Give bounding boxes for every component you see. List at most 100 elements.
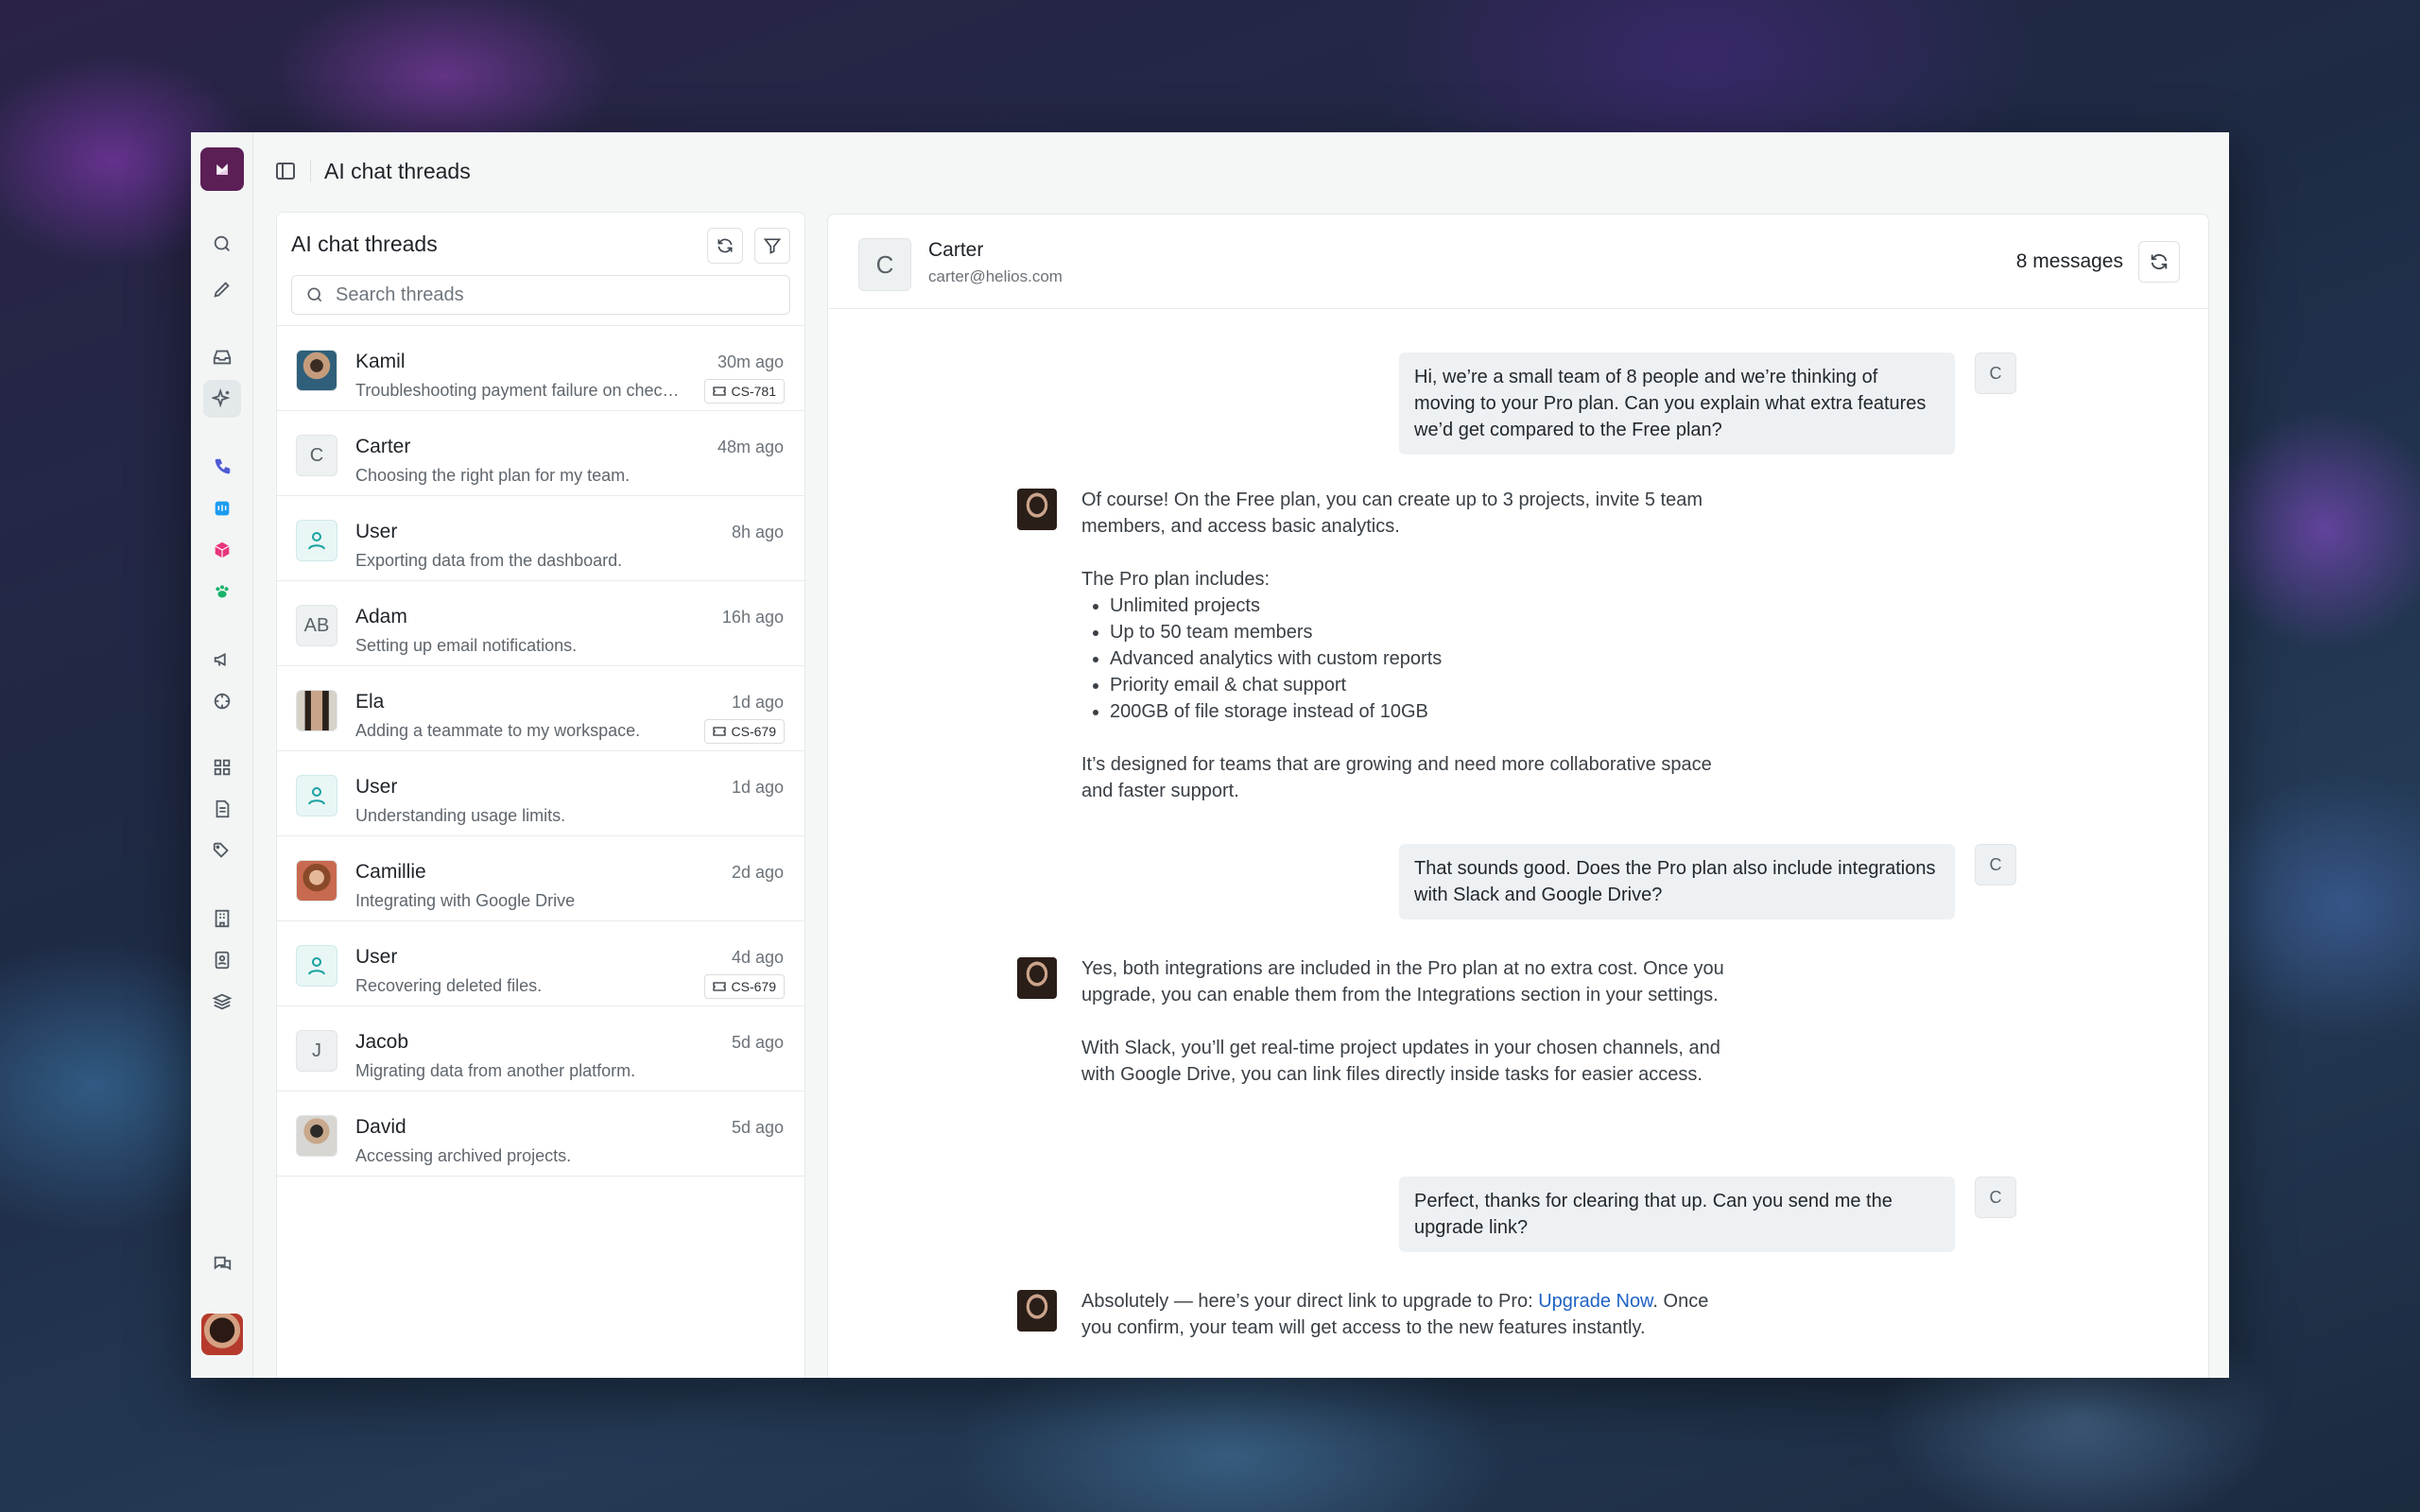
sidebar-toggle-icon[interactable]: [274, 160, 297, 182]
refresh-threads-button[interactable]: [707, 228, 743, 264]
message-paragraph: Of course! On the Free plan, you can cre…: [1081, 490, 1703, 537]
profile-avatar[interactable]: [201, 1314, 243, 1355]
thread-name: User: [355, 946, 398, 968]
ai-sparkle-icon[interactable]: [203, 380, 241, 418]
thread-item-jacob[interactable]: J Jacob Migrating data from another plat…: [277, 1006, 804, 1091]
thread-item-ela[interactable]: Ela Adding a teammate to my workspace. 1…: [277, 666, 804, 751]
thread-item-kamil[interactable]: Kamil Troubleshooting payment failure on…: [277, 326, 804, 411]
message-paragraph: With Slack, you’ll get real-time project…: [1081, 1038, 1720, 1085]
chat-bubbles-icon[interactable]: [203, 1246, 241, 1283]
search-icon: [307, 287, 322, 302]
avatar: C: [296, 435, 337, 476]
ticket-id: CS-679: [731, 979, 776, 994]
ticket-tag[interactable]: CS-679: [703, 974, 785, 999]
refresh-conversation-button[interactable]: [2138, 241, 2180, 283]
feature-list: Unlimited projects Up to 50 team members…: [1110, 593, 1743, 725]
filter-icon: [763, 238, 782, 254]
message-count: 8 messages: [2015, 250, 2123, 272]
thread-time: 2d ago: [731, 863, 784, 882]
list-item: Up to 50 team members: [1110, 619, 1743, 645]
avatar: J: [296, 1030, 337, 1072]
thread-name: Adam: [355, 606, 407, 627]
ticket-tag[interactable]: CS-679: [703, 719, 785, 744]
thread-snippet: Understanding usage limits.: [355, 806, 566, 825]
threads-title: AI chat threads: [291, 232, 438, 256]
filter-threads-button[interactable]: [754, 228, 790, 264]
search-threads-field[interactable]: [291, 275, 790, 315]
thread-item-user[interactable]: User Recovering deleted files. 4d ago CS…: [277, 921, 804, 1006]
page-title: AI chat threads: [324, 158, 471, 183]
intercom-icon[interactable]: [203, 490, 241, 527]
ticket-icon: [712, 387, 726, 396]
upgrade-now-link[interactable]: Upgrade Now: [1538, 1291, 1652, 1312]
agent-avatar: [1017, 957, 1057, 999]
user-icon: [308, 787, 325, 805]
list-item: Unlimited projects: [1110, 593, 1743, 619]
compose-icon[interactable]: [203, 270, 241, 308]
ticket-icon: [712, 982, 726, 991]
agent-message: Yes, both integrations are included in t…: [1081, 955, 1743, 1088]
conversation-header: C Carter carter@helios.com 8 messages: [828, 215, 2208, 309]
cube-app-icon[interactable]: [203, 531, 241, 569]
paw-app-icon[interactable]: [203, 573, 241, 610]
agent-avatar: [1017, 1290, 1057, 1332]
thread-item-carter[interactable]: C Carter Choosing the right plan for my …: [277, 411, 804, 496]
refresh-icon: [2151, 253, 2168, 270]
thread-name: Camillie: [355, 861, 426, 883]
thread-snippet: Accessing archived projects.: [355, 1146, 572, 1165]
thread-name: Kamil: [355, 351, 406, 372]
contact-card-icon[interactable]: [203, 941, 241, 979]
user-message-avatar: C: [1975, 844, 2016, 885]
ticket-tag[interactable]: CS-781: [703, 379, 785, 404]
app-window: AI chat threads AI chat threads Kamil Tr…: [191, 132, 2229, 1378]
message-paragraph: Yes, both integrations are included in t…: [1081, 958, 1724, 1005]
user-message: Perfect, thanks for clearing that up. Ca…: [1399, 1177, 1955, 1252]
avatar: [296, 860, 337, 902]
avatar: AB: [296, 605, 337, 646]
user-message: That sounds good. Does the Pro plan also…: [1399, 844, 1955, 919]
inbox-icon[interactable]: [203, 338, 241, 376]
layers-icon[interactable]: [203, 983, 241, 1021]
tags-icon[interactable]: [203, 832, 241, 869]
target-icon[interactable]: [203, 682, 241, 720]
thread-snippet: Recovering deleted files.: [355, 976, 543, 995]
thread-time: 5d ago: [731, 1118, 784, 1137]
user-icon: [308, 957, 325, 975]
thread-time: 48m ago: [717, 438, 784, 456]
thread-time: 5d ago: [731, 1033, 784, 1052]
avatar: [296, 1115, 337, 1157]
list-item: Priority email & chat support: [1110, 672, 1743, 698]
message-paragraph: It’s designed for teams that are growing…: [1081, 754, 1712, 801]
thread-name: Ela: [355, 691, 385, 713]
avatar: [296, 690, 337, 731]
thread-item-david[interactable]: David Accessing archived projects. 5d ag…: [277, 1091, 804, 1177]
contact-avatar: C: [858, 238, 911, 291]
building-icon[interactable]: [203, 900, 241, 937]
document-icon[interactable]: [203, 790, 241, 828]
user-message-avatar: C: [1975, 1177, 2016, 1218]
user-avatar: [296, 520, 337, 561]
phone-icon[interactable]: [203, 448, 241, 486]
thread-item-camillie[interactable]: Camillie Integrating with Google Drive 2…: [277, 836, 804, 921]
thread-snippet: Migrating data from another platform.: [355, 1061, 636, 1080]
list-item: 200GB of file storage instead of 10GB: [1110, 698, 1743, 725]
contact-name: Carter: [928, 239, 984, 261]
thread-name: User: [355, 521, 398, 542]
megaphone-icon[interactable]: [203, 641, 241, 679]
logo-icon: [216, 163, 228, 175]
app-logo[interactable]: [200, 147, 244, 191]
user-message-avatar: C: [1975, 352, 2016, 394]
thread-time: 1d ago: [731, 778, 784, 797]
thread-snippet: Choosing the right plan for my team.: [355, 466, 631, 485]
ticket-id: CS-679: [731, 724, 776, 739]
search-threads-input[interactable]: [336, 284, 789, 306]
refresh-icon: [717, 238, 733, 253]
search-icon[interactable]: [203, 225, 241, 263]
apps-grid-icon[interactable]: [203, 748, 241, 786]
thread-item-user[interactable]: User Understanding usage limits. 1d ago: [277, 751, 804, 836]
thread-item-adam[interactable]: AB Adam Setting up email notifications. …: [277, 581, 804, 666]
message-paragraph: The Pro plan includes:: [1081, 569, 1270, 590]
thread-snippet: Integrating with Google Drive: [355, 891, 576, 910]
contact-email: carter@helios.com: [928, 267, 1063, 285]
thread-item-user[interactable]: User Exporting data from the dashboard. …: [277, 496, 804, 581]
